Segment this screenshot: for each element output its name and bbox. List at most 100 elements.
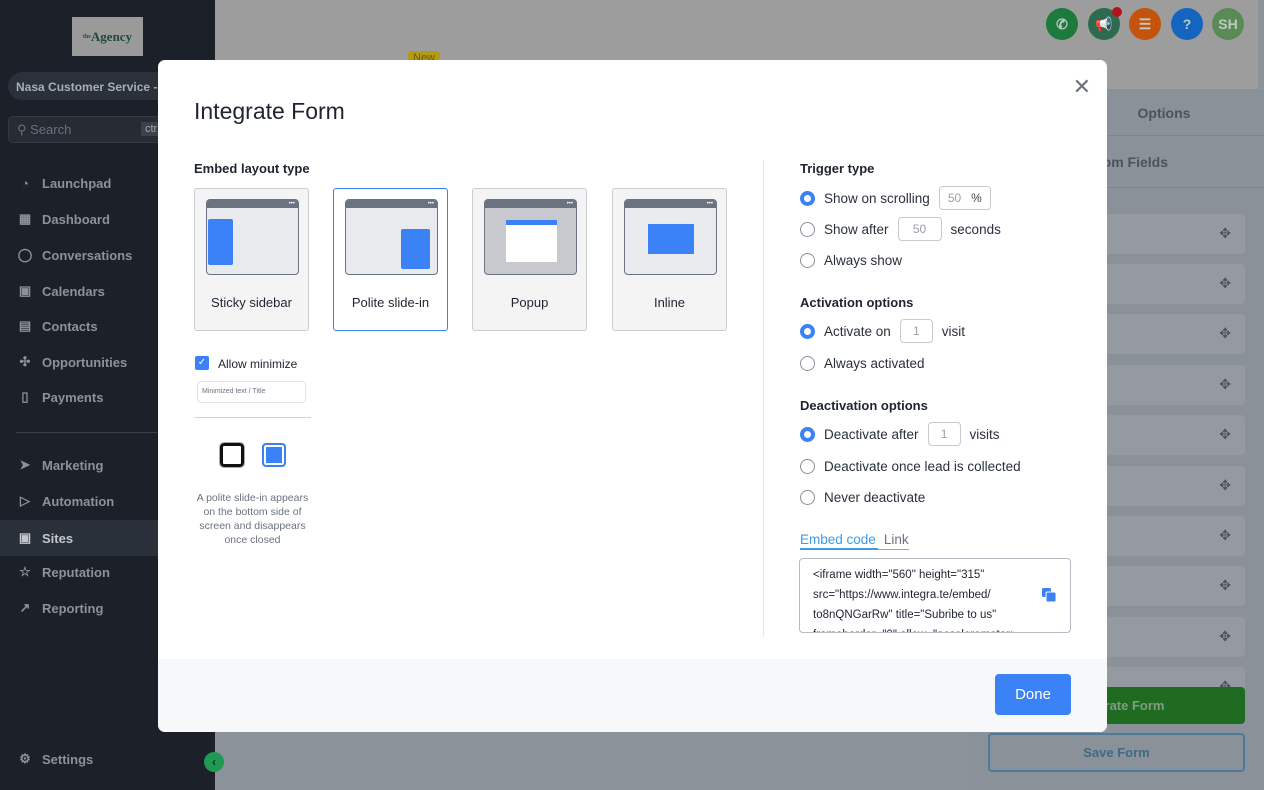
tasks-button[interactable]: ☰ xyxy=(1129,8,1161,40)
polite-slide-in-preview: ••• xyxy=(345,199,438,275)
sidebar-item-contacts[interactable]: ▤ Contacts xyxy=(16,318,98,334)
contacts-icon: ▤ xyxy=(18,318,32,333)
label: Reputation xyxy=(42,564,110,580)
drag-handle-icon[interactable]: ✥ xyxy=(1219,376,1231,393)
radio-show-after[interactable]: Show after 50 seconds xyxy=(800,217,1001,241)
drag-handle-icon[interactable]: ✥ xyxy=(1219,325,1231,342)
collapse-sidebar-button[interactable]: ‹ xyxy=(204,752,224,772)
send-icon: ➤ xyxy=(19,457,31,472)
allow-minimize-checkbox[interactable]: ✓ xyxy=(195,356,209,370)
radio-button[interactable] xyxy=(800,253,815,268)
radio-show-on-scrolling[interactable]: Show on scrolling 50% xyxy=(800,186,991,210)
avatar[interactable]: SH xyxy=(1212,8,1244,40)
radio-button[interactable] xyxy=(800,190,815,206)
done-button[interactable]: Done xyxy=(995,674,1071,715)
phone-icon: ✆ xyxy=(1056,16,1068,32)
gear-icon: ⚙ xyxy=(19,751,31,766)
deactivation-label: Deactivation options xyxy=(800,398,928,413)
label: Dashboard xyxy=(42,211,110,227)
radio-button[interactable] xyxy=(800,221,815,237)
layout-popup[interactable]: ••• Popup xyxy=(472,188,587,331)
radio-button[interactable] xyxy=(800,356,815,371)
embed-code-textarea[interactable]: <iframe width="560" height="315" src="ht… xyxy=(799,558,1071,633)
seconds-input[interactable]: 50 xyxy=(897,217,942,241)
visit-count-input[interactable]: 1 xyxy=(899,319,933,343)
copy-icon[interactable] xyxy=(1042,588,1056,602)
sidebar-item-opportunities[interactable]: ✣ Opportunities xyxy=(16,354,128,370)
save-form-button[interactable]: Save Form xyxy=(988,733,1245,772)
position-left-button[interactable] xyxy=(219,442,245,468)
radio-always-show[interactable]: Always show xyxy=(800,253,902,268)
label: Automation xyxy=(42,493,115,509)
scroll-percent-input[interactable]: 50% xyxy=(938,186,991,210)
drag-handle-icon[interactable]: ✥ xyxy=(1219,275,1231,292)
sidebar-item-sites[interactable]: ▣ Sites xyxy=(0,520,158,556)
popup-preview: ••• xyxy=(484,199,577,275)
layout-label: Polite slide-in xyxy=(351,295,430,310)
visits-count-input[interactable]: 1 xyxy=(927,422,961,446)
star-icon: ☆ xyxy=(19,564,31,579)
layout-label: Popup xyxy=(510,295,549,310)
tab-embed-code[interactable]: Embed code xyxy=(800,532,878,550)
embed-layout-label: Embed layout type xyxy=(194,161,310,176)
code-tabs: Embed code Link xyxy=(800,532,909,550)
minimized-text-input[interactable]: Minimized text / Title xyxy=(197,381,306,403)
label: Payments xyxy=(42,389,104,405)
sidebar-item-launchpad[interactable]: ◔ Launchpad xyxy=(16,176,111,191)
sticky-sidebar-preview: ••• xyxy=(206,199,299,275)
radio-always-activated[interactable]: Always activated xyxy=(800,356,925,371)
drag-handle-icon[interactable]: ✥ xyxy=(1219,527,1231,544)
phone-button[interactable]: ✆ xyxy=(1046,8,1078,40)
radio-activate-on[interactable]: Activate on 1 visit xyxy=(800,319,965,343)
sidebar-item-payments[interactable]: ▯ Payments xyxy=(16,389,103,405)
search-input[interactable]: ⚲ Search ctrl xyxy=(8,116,178,143)
layout-sticky-sidebar[interactable]: ••• Sticky sidebar xyxy=(194,188,309,331)
sidebar-item-automation[interactable]: ▷ Automation xyxy=(16,493,114,509)
help-icon: ? xyxy=(1182,16,1192,32)
drag-handle-icon[interactable]: ✥ xyxy=(1219,426,1231,443)
radio-button[interactable] xyxy=(800,490,815,505)
unit: visit xyxy=(941,323,966,339)
help-button[interactable]: ? xyxy=(1171,8,1203,40)
tab-link[interactable]: Link xyxy=(878,532,909,549)
account-switcher[interactable]: Nasa Customer Service -... xyxy=(8,72,178,100)
radio-button[interactable] xyxy=(800,426,815,442)
integrate-form-modal: Integrate Form ✕ Embed layout type ••• S… xyxy=(158,60,1107,732)
sidebar-item-dashboard[interactable]: ▦ Dashboard xyxy=(16,211,110,227)
option-label: Deactivate once lead is collected xyxy=(824,459,1021,474)
sidebar-item-calendars[interactable]: ▣ Calendars xyxy=(16,283,105,299)
close-icon[interactable]: ✕ xyxy=(1073,74,1091,100)
radio-button[interactable] xyxy=(800,323,815,339)
layout-inline[interactable]: ••• Inline xyxy=(612,188,727,331)
sidebar-item-reporting[interactable]: ↗ Reporting xyxy=(16,600,104,616)
radio-deactivate-after[interactable]: Deactivate after 1 visits xyxy=(800,422,1000,446)
option-label: Show after xyxy=(824,221,889,237)
value: 50 xyxy=(947,191,962,205)
option-label: Deactivate after xyxy=(824,426,919,442)
drag-handle-icon[interactable]: ✥ xyxy=(1219,628,1231,645)
radio-button[interactable] xyxy=(800,459,815,474)
sidebar-item-settings[interactable]: ⚙ Settings xyxy=(16,751,93,767)
label: Conversations xyxy=(42,247,133,263)
drag-handle-icon[interactable]: ✥ xyxy=(1219,477,1231,494)
label: Sites xyxy=(42,530,74,546)
layout-description: A polite slide-in appears on the bottom … xyxy=(196,492,309,546)
sidebar-item-reputation[interactable]: ☆ Reputation xyxy=(16,564,110,580)
drag-handle-icon[interactable]: ✥ xyxy=(1219,225,1231,242)
radio-never-deactivate[interactable]: Never deactivate xyxy=(800,490,925,505)
grid-icon: ▦ xyxy=(18,211,32,226)
radio-deactivate-on-lead[interactable]: Deactivate once lead is collected xyxy=(800,459,1021,474)
sidebar-item-marketing[interactable]: ➤ Marketing xyxy=(16,457,104,473)
search-placeholder: Search xyxy=(30,122,72,137)
trigger-type-label: Trigger type xyxy=(800,161,875,176)
label: Launchpad xyxy=(42,176,112,191)
label: Opportunities xyxy=(42,354,128,370)
layout-polite-slide-in[interactable]: ••• Polite slide-in xyxy=(333,188,448,331)
announcements-button[interactable]: 📢 xyxy=(1088,7,1122,40)
position-right-button[interactable] xyxy=(262,443,286,467)
drag-handle-icon[interactable]: ✥ xyxy=(1219,577,1231,594)
option-label: Always activated xyxy=(824,356,925,371)
sidebar-item-conversations[interactable]: ◯ Conversations xyxy=(16,247,133,263)
column-divider xyxy=(763,160,764,637)
agency-logo[interactable]: the Agency xyxy=(72,17,143,56)
